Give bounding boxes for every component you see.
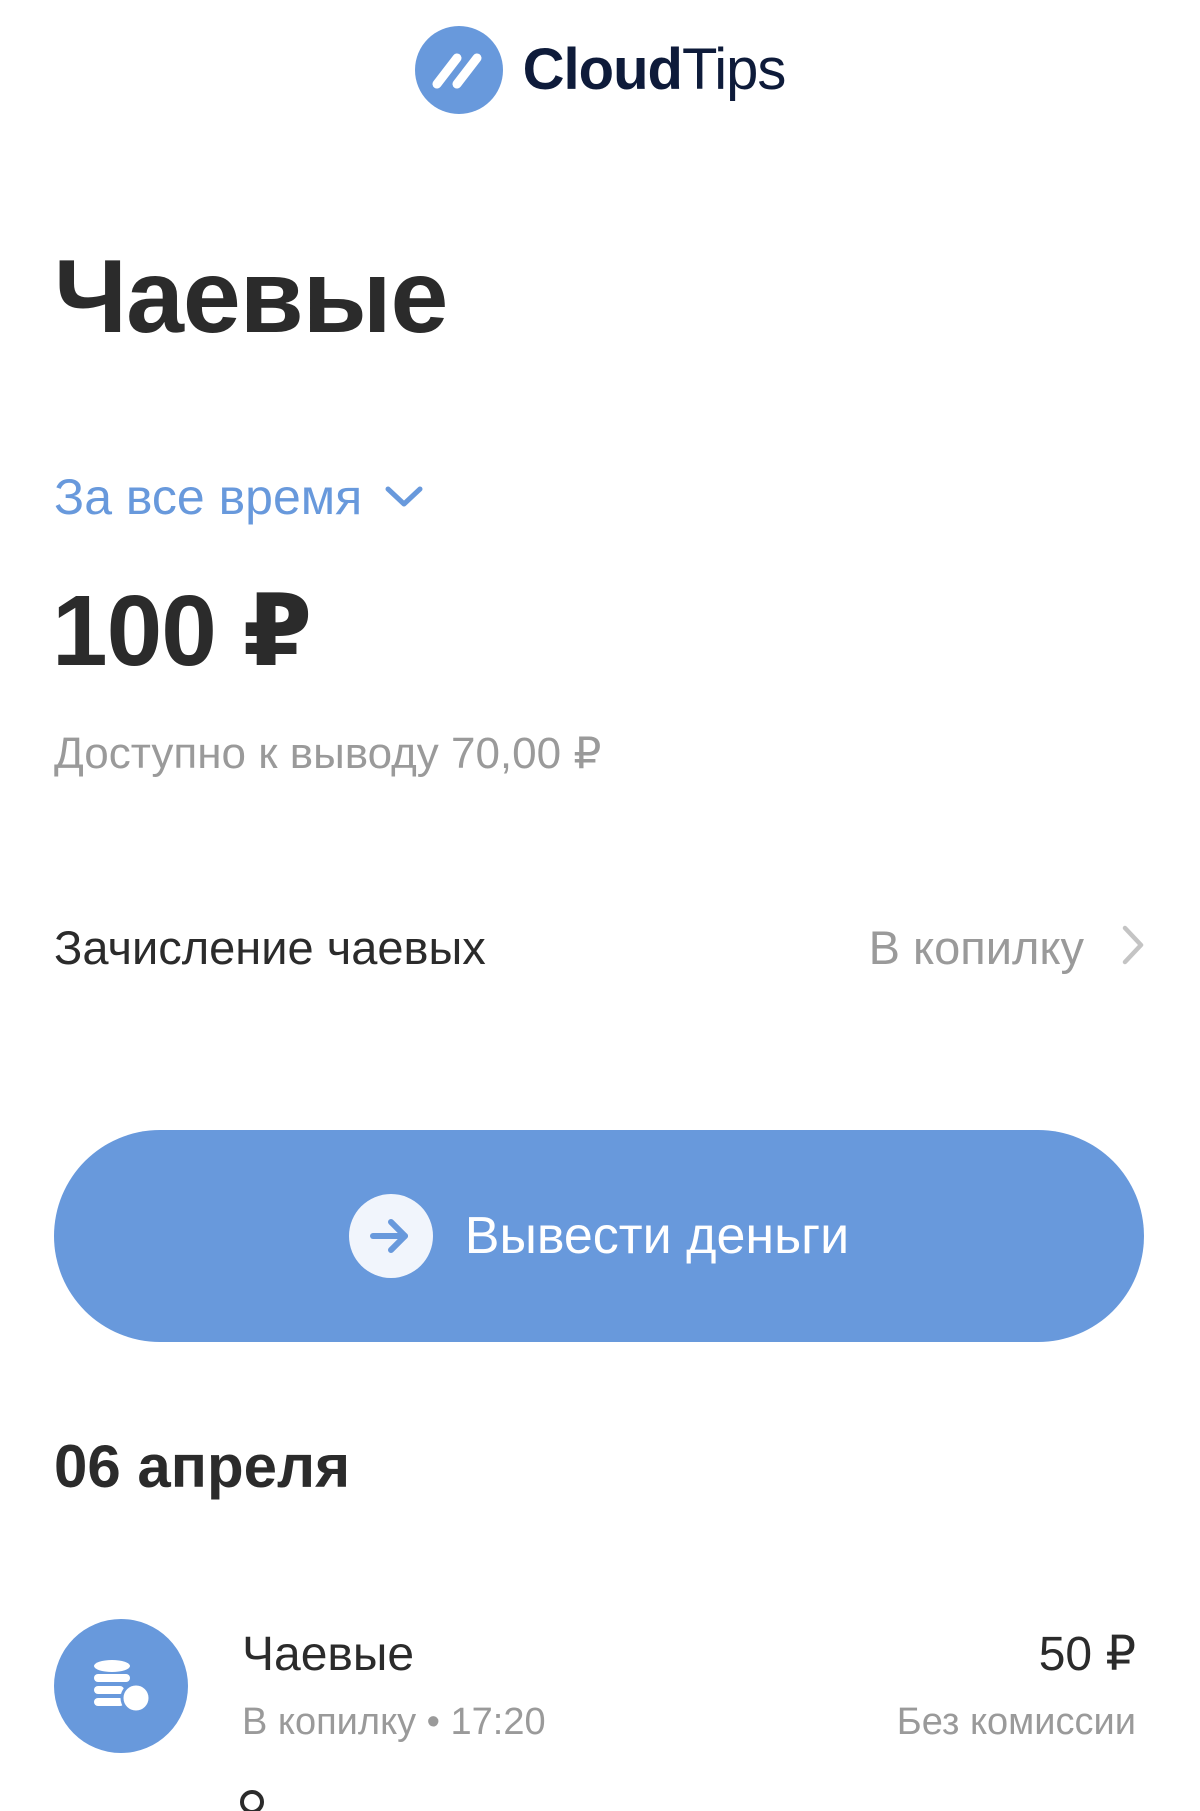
tips-screen: CloudTips Чаевые За все время 100 ₽ Дост… — [0, 0, 1200, 1811]
transaction-fee: Без комиссии — [896, 1701, 1136, 1743]
period-label: За все время — [54, 469, 363, 525]
transaction-details: Чаевые В копилку • 17:20 — [242, 1628, 897, 1743]
next-row-partial — [240, 1790, 270, 1811]
transaction-item[interactable]: Чаевые В копилку • 17:20 50 ₽ Без комисс… — [54, 1618, 1146, 1754]
transaction-title: Чаевые — [242, 1628, 415, 1681]
arrow-right-icon — [348, 1194, 433, 1278]
period-selector[interactable]: За все время — [54, 468, 424, 526]
brand-name-strong: Cloud — [522, 37, 683, 102]
brand-name: CloudTips — [523, 41, 787, 99]
page-title: Чаевые — [54, 239, 448, 355]
chevron-down-icon — [384, 484, 424, 515]
transaction-amount-group: 50 ₽ Без комиссии — [896, 1628, 1136, 1743]
chevron-right-icon — [1120, 924, 1146, 971]
transaction-subtitle: В копилку • 17:20 — [242, 1701, 546, 1743]
cloudtips-logo-icon — [414, 26, 503, 114]
coins-icon — [54, 1619, 188, 1753]
transaction-amount: 50 ₽ — [1038, 1628, 1136, 1681]
header-logo: CloudTips — [0, 26, 1200, 114]
withdraw-button-label: Вывести деньги — [464, 1207, 850, 1265]
accrual-value-group: В копилку — [869, 920, 1146, 975]
brand-name-light: Tips — [681, 37, 786, 102]
date-group-heading: 06 апреля — [54, 1433, 351, 1500]
total-amount: 100 ₽ — [52, 575, 312, 687]
tips-accrual-row[interactable]: Зачисление чаевых В копилку — [54, 920, 1146, 975]
accrual-value: В копилку — [868, 921, 1084, 974]
accrual-label: Зачисление чаевых — [54, 921, 486, 974]
available-for-withdrawal: Доступно к выводу 70,00 ₽ — [54, 729, 602, 778]
partial-glyph — [240, 1790, 264, 1811]
withdraw-money-button[interactable]: Вывести деньги — [54, 1130, 1144, 1342]
